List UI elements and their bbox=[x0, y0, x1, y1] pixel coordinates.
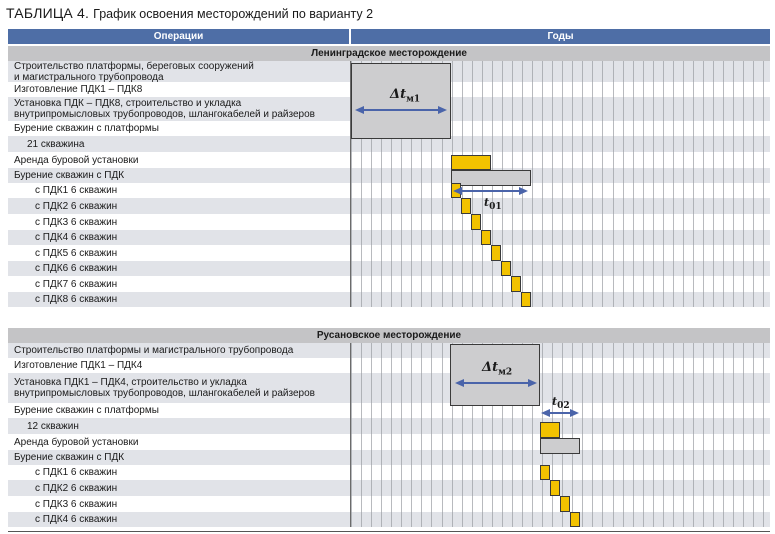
pdk-drilling-bar-2 bbox=[550, 480, 560, 496]
pdk-drilling-bar-1 bbox=[471, 214, 481, 230]
operation-label-line: 21 скважина bbox=[27, 138, 85, 150]
operation-label: Изготовление ПДК1 – ПДК4 bbox=[14, 358, 349, 373]
table-bottom-rule bbox=[8, 531, 770, 532]
operation-label-line: Изготовление ПДК1 – ПДК8 bbox=[14, 84, 143, 95]
operation-label-line: Установка ПДК1 – ПДК4, строительство и у… bbox=[14, 377, 247, 388]
operation-label: с ПДК2 6 скважин bbox=[35, 198, 370, 214]
operation-label-line: с ПДК5 6 скважин bbox=[35, 247, 118, 259]
pdk-drilling-bar-2 bbox=[570, 512, 580, 527]
operation-label: Бурение скважин с ПДК bbox=[14, 450, 349, 465]
operation-label: Бурение скважин с платформы bbox=[14, 403, 349, 418]
t01-label: t01 bbox=[484, 196, 502, 213]
header-operations: Операции bbox=[8, 29, 349, 44]
operation-label: Аренда буровой установки bbox=[14, 152, 349, 168]
operation-label-line: внутрипромысловых трубопроводов, шлангок… bbox=[14, 109, 315, 120]
pdk-drilling-bar-2 bbox=[540, 465, 550, 480]
operation-label-line: с ПДК2 6 скважин bbox=[35, 482, 118, 494]
operation-label-line: Бурение скважин с платформы bbox=[14, 405, 159, 416]
operation-label: с ПДК7 6 скважин bbox=[35, 276, 370, 292]
operation-label-line: с ПДК8 6 скважин bbox=[35, 294, 118, 305]
operation-label: Установка ПДК – ПДК8, строительство и ук… bbox=[14, 97, 349, 121]
pdk-drilling-bar-1 bbox=[511, 276, 521, 292]
operation-label-line: с ПДК3 6 скважин bbox=[35, 498, 118, 510]
operation-label-line: Строительство платформы и магистрального… bbox=[14, 345, 294, 356]
operation-label: Установка ПДК1 – ПДК4, строительство и у… bbox=[14, 373, 349, 403]
operation-label: с ПДК6 6 скважин bbox=[35, 261, 370, 276]
operation-label-line: Установка ПДК – ПДК8, строительство и ук… bbox=[14, 98, 242, 109]
operation-label: 21 скважина bbox=[27, 136, 362, 152]
t02-label: t02 bbox=[552, 395, 570, 412]
rig-rental-bar-2 bbox=[540, 438, 580, 454]
operation-label-line: Строительство платформы, береговых соору… bbox=[14, 60, 254, 72]
operation-label: с ПДК4 6 скважин bbox=[35, 230, 370, 245]
operation-label-line: и магистрального трубопровода bbox=[14, 71, 164, 83]
delta-t-m2-label: Δtм2 bbox=[482, 360, 513, 378]
operation-label: с ПДК5 6 скважин bbox=[35, 245, 370, 261]
operation-label: с ПДК1 6 скважин bbox=[35, 183, 370, 198]
operation-label: с ПДК8 6 скважин bbox=[35, 292, 370, 307]
pdk-drilling-bar-1 bbox=[461, 198, 471, 214]
pdk-drilling-bar-1 bbox=[521, 292, 531, 307]
operation-label-line: 12 скважин bbox=[27, 420, 79, 432]
table-number: ТАБЛИЦА 4. bbox=[6, 5, 90, 21]
operation-label: с ПДК3 6 скважин bbox=[35, 214, 370, 230]
delta-t-m1-label: Δtм1 bbox=[390, 87, 421, 105]
pdk-drilling-bar-1 bbox=[501, 261, 511, 276]
operation-label-line: Бурение скважин с ПДК bbox=[14, 452, 125, 463]
operation-label: Бурение скважин с ПДК bbox=[14, 168, 349, 183]
operation-label-line: Изготовление ПДК1 – ПДК4 bbox=[14, 360, 143, 371]
operation-label: Аренда буровой установки bbox=[14, 434, 349, 450]
pdk-drilling-bar-1 bbox=[481, 230, 491, 245]
operation-label-line: с ПДК4 6 скважин bbox=[35, 514, 118, 525]
operation-label-line: Бурение скважин с платформы bbox=[14, 123, 159, 134]
operation-label-line: Бурение скважин с ПДК bbox=[14, 170, 125, 181]
operation-label-line: с ПДК4 6 скважин bbox=[35, 232, 118, 243]
operation-label: с ПДК1 6 скважин bbox=[35, 465, 370, 480]
operation-label-line: с ПДК1 6 скважин bbox=[35, 185, 118, 196]
section-header: Ленинградское месторождение bbox=[8, 46, 770, 61]
operation-label-line: внутрипромысловых трубопроводов, шлангок… bbox=[14, 388, 315, 399]
operation-label: Строительство платформы и магистрального… bbox=[14, 343, 349, 358]
operation-label-line: с ПДК1 6 скважин bbox=[35, 467, 118, 478]
operation-label-line: Аренда буровой установки bbox=[14, 436, 139, 448]
operation-label: Строительство платформы, береговых соору… bbox=[14, 60, 349, 83]
operation-label: Бурение скважин с платформы bbox=[14, 121, 349, 136]
table-caption: График освоения месторождений по вариант… bbox=[93, 7, 374, 21]
operation-label-line: с ПДК3 6 скважин bbox=[35, 216, 118, 228]
operation-label: 12 скважин bbox=[27, 418, 362, 434]
platform-drilling-bar-2 bbox=[540, 422, 560, 438]
operation-label: с ПДК2 6 скважин bbox=[35, 480, 370, 496]
operation-label: с ПДК4 6 скважин bbox=[35, 512, 370, 527]
platform-drilling-bar-1 bbox=[451, 155, 491, 170]
operation-label-line: Аренда буровой установки bbox=[14, 154, 139, 166]
operation-label-line: с ПДК6 6 скважин bbox=[35, 263, 118, 274]
table-title: ТАБЛИЦА 4. График освоения месторождений … bbox=[6, 5, 373, 21]
header-years: Годы bbox=[351, 29, 770, 44]
pdk-drilling-bar-1 bbox=[451, 183, 461, 198]
operation-label: с ПДК3 6 скважин bbox=[35, 496, 370, 512]
operation-label-line: с ПДК2 6 скважин bbox=[35, 200, 118, 212]
pdk-drilling-bar-2 bbox=[560, 496, 570, 512]
operation-label: Изготовление ПДК1 – ПДК8 bbox=[14, 82, 349, 97]
section-header: Русановское месторождение bbox=[8, 328, 770, 343]
operation-label-line: с ПДК7 6 скважин bbox=[35, 278, 118, 290]
rig-rental-bar-1 bbox=[451, 170, 531, 186]
pdk-drilling-bar-1 bbox=[491, 245, 501, 261]
